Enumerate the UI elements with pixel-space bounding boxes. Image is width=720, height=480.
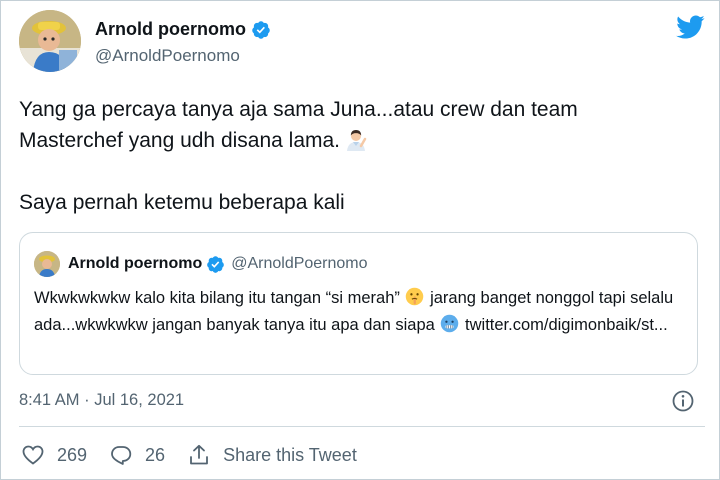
author-name-row: Arnold poernomo <box>95 19 271 40</box>
quoted-author-avatar <box>34 251 60 277</box>
reply-count: 26 <box>145 444 166 465</box>
shushing-face-emoji <box>406 287 424 306</box>
reply-bubble-icon <box>111 446 132 465</box>
reply-button[interactable]: 26 <box>109 443 165 467</box>
man-raising-hand-emoji <box>347 130 367 151</box>
quoted-author-name: Arnold poernomo <box>68 255 203 272</box>
quoted-avatar-photo <box>34 251 60 277</box>
author-avatar[interactable] <box>19 10 81 72</box>
author-display-name[interactable]: Arnold poernomo <box>95 19 246 40</box>
info-icon[interactable] <box>671 389 695 413</box>
share-icon <box>190 444 208 465</box>
quoted-verified-badge-icon <box>207 255 225 273</box>
quoted-text-part-1: Wkwkwkwkw kalo kita bilang itu tangan “s… <box>34 289 400 307</box>
quoted-tweet-text: Wkwkwkwkw kalo kita bilang itu tangan “s… <box>34 285 684 339</box>
author-handle[interactable]: @ArnoldPoernomo <box>95 46 240 66</box>
avatar-photo <box>19 10 81 72</box>
quoted-link[interactable]: twitter.com/digimonbaik/st... <box>465 316 668 334</box>
cold-face-emoji <box>441 314 459 333</box>
tweet-card: Arnold poernomo @ArnoldPoernomo Yang ga … <box>0 0 720 480</box>
tweet-timestamp[interactable]: 8:41 AM · Jul 16, 2021 <box>19 391 184 410</box>
action-divider <box>19 426 705 427</box>
heart-icon <box>22 445 44 465</box>
quoted-author-handle: @ArnoldPoernomo <box>231 255 368 272</box>
like-button[interactable]: 269 <box>21 443 87 467</box>
tweet-text: Yang ga percaya tanya aja sama Juna...at… <box>19 94 705 218</box>
tweet-line-2: Masterchef yang udh disana lama. <box>19 129 341 152</box>
tweet-line-1: Yang ga percaya tanya aja sama Juna...at… <box>19 98 578 121</box>
quoted-tweet[interactable]: Arnold poernomo @ArnoldPoernomo Wkwkwkwk… <box>19 232 698 375</box>
tweet-header: Arnold poernomo @ArnoldPoernomo <box>19 10 705 74</box>
share-label: Share this Tweet <box>223 444 357 465</box>
share-button[interactable]: Share this Tweet <box>187 443 357 467</box>
like-count: 269 <box>57 444 88 465</box>
verified-badge-icon <box>252 20 270 39</box>
twitter-bird-icon[interactable] <box>675 14 705 40</box>
tweet-paragraph-2: Saya pernah ketemu beberapa kali <box>19 191 345 214</box>
action-bar: 269 26 Share this Tweet <box>21 441 379 469</box>
quoted-tweet-header: Arnold poernomo @ArnoldPoernomo <box>34 251 368 277</box>
tweet-paragraph-1: Yang ga percaya tanya aja sama Juna...at… <box>19 94 705 156</box>
